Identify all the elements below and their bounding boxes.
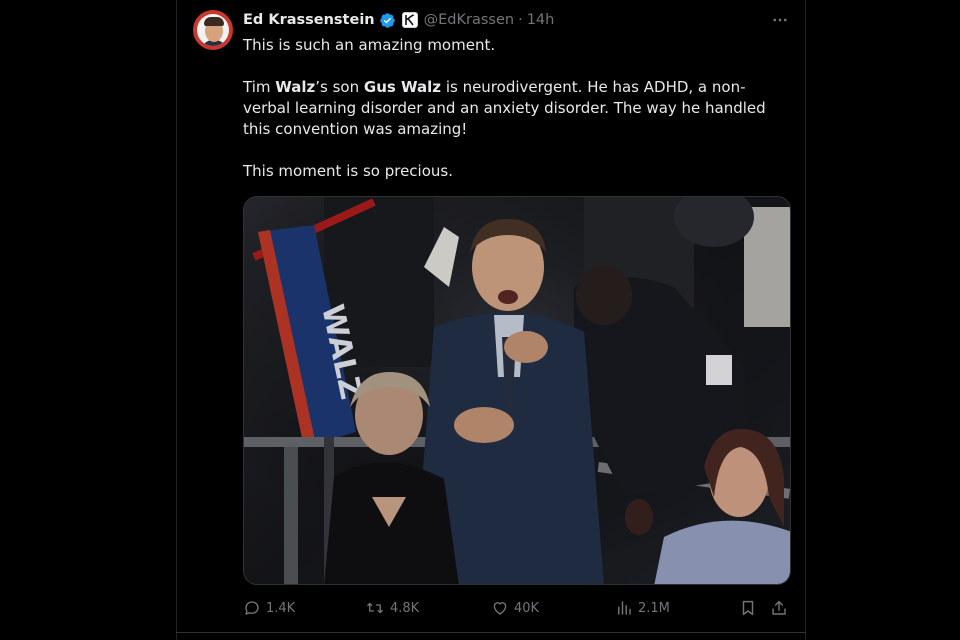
avatar-image — [197, 14, 229, 46]
tweet-action-bar: 1.4K 4.8K 40K 2.1M — [243, 597, 791, 619]
views-icon — [618, 601, 631, 615]
repost-count: 4.8K — [390, 600, 420, 616]
views-button[interactable]: 2.1M — [615, 597, 670, 619]
reply-icon — [245, 601, 259, 615]
author-handle[interactable]: @EdKrassen — [424, 12, 514, 28]
more-options-icon[interactable] — [770, 10, 790, 30]
tweet-header: Ed Krassenstein @EdKrassen · 14h — [243, 10, 554, 30]
bold-gus-walz: Gus Walz — [363, 78, 442, 96]
heart-icon — [493, 602, 507, 615]
reply-count: 1.4K — [266, 600, 296, 616]
bookmark-button[interactable] — [739, 597, 762, 619]
repost-button[interactable]: 4.8K — [365, 597, 419, 619]
separator-dot: · — [518, 12, 523, 28]
tweet-text: This is such an amazing moment. Tim Walz… — [243, 35, 788, 182]
tweet-text-line1: This is such an amazing moment. — [243, 36, 496, 54]
share-button[interactable] — [770, 597, 793, 619]
views-count: 2.1M — [638, 600, 670, 616]
affiliate-badge-icon[interactable] — [401, 12, 418, 28]
tweet-timestamp[interactable]: 14h — [527, 12, 555, 28]
author-avatar[interactable] — [193, 10, 233, 50]
like-button[interactable]: 40K — [491, 597, 539, 619]
media-photo-illustration: WALZ — [244, 197, 790, 584]
tweet-media-image[interactable]: WALZ — [243, 196, 791, 585]
reply-button[interactable]: 1.4K — [243, 597, 295, 619]
like-count: 40K — [514, 600, 540, 616]
tweet-divider — [176, 632, 806, 633]
bookmark-icon — [742, 600, 754, 616]
share-icon — [772, 600, 786, 615]
tweet-text-paragraph3: This moment is so precious. — [243, 162, 453, 180]
bold-walz: Walz — [275, 78, 316, 96]
tweet-text-paragraph2: Tim Walz’s son Gus Walz is neurodivergen… — [243, 78, 766, 138]
repost-icon — [367, 602, 383, 614]
verified-badge-icon — [379, 12, 396, 29]
author-display-name[interactable]: Ed Krassenstein — [243, 12, 375, 28]
